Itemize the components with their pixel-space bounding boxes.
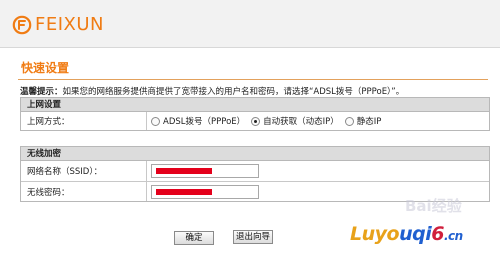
internet-mode-options: ADSL拨号（PPPoE） 自动获取（动态IP） 静态IP xyxy=(147,112,489,130)
radio-static-ip-label: 静态IP xyxy=(356,117,382,127)
internet-settings-header: 上网设置 xyxy=(21,98,489,112)
radio-static-ip[interactable]: 静态IP xyxy=(344,115,382,127)
password-redaction xyxy=(156,188,212,195)
title-divider xyxy=(18,79,488,80)
internet-mode-label: 上网方式： xyxy=(21,112,147,130)
watermark-part-1: Luyo xyxy=(350,223,400,245)
ssid-label: 网络名称（SSID）： xyxy=(21,161,147,181)
watermark-part-4: .cn xyxy=(443,229,463,243)
exit-wizard-button[interactable]: 退出向导 xyxy=(233,230,273,244)
tip-label: 温馨提示： xyxy=(20,87,63,97)
watermark-part-2: uqi xyxy=(399,223,432,245)
tip-text: 温馨提示：如果您的网络服务提供商提供了宽带接入的用户名和密码，请选择“ADSL拨… xyxy=(20,85,490,97)
internet-settings-panel: 上网设置 上网方式： ADSL拨号（PPPoE） 自动获取（动态IP） 静态IP xyxy=(20,97,490,131)
confirm-button[interactable]: 确定 xyxy=(174,231,214,245)
radio-static-ip-indicator[interactable] xyxy=(344,116,354,126)
ssid-redaction xyxy=(156,168,212,174)
internet-mode-row: 上网方式： ADSL拨号（PPPoE） 自动获取（动态IP） 静态IP xyxy=(21,112,489,130)
password-input[interactable] xyxy=(151,184,259,199)
header-bar: FEIXUN xyxy=(0,0,500,48)
page-title: 快速设置 xyxy=(21,61,70,75)
ssid-input[interactable] xyxy=(151,164,259,178)
radio-dhcp-indicator[interactable] xyxy=(251,116,261,126)
wireless-settings-header: 无线加密 xyxy=(21,147,489,161)
brand-logo-text: FEIXUN xyxy=(35,14,105,35)
ssid-row: 网络名称（SSID）： xyxy=(21,161,489,182)
radio-pppoe-label: ADSL拨号（PPPoE） xyxy=(163,117,246,127)
site-watermark: Luyouqi6.cn xyxy=(350,223,463,245)
tip-body: 如果您的网络服务提供商提供了宽带接入的用户名和密码，请选择“ADSL拨号（PPP… xyxy=(62,87,405,97)
feixun-logo-icon xyxy=(12,15,32,35)
wireless-settings-panel: 无线加密 网络名称（SSID）： 无线密码： xyxy=(20,146,490,202)
radio-dhcp[interactable]: 自动获取（动态IP） xyxy=(251,115,339,127)
watermark-part-3: 6 xyxy=(431,223,444,245)
ssid-cell xyxy=(147,161,489,181)
brand-logo: FEIXUN xyxy=(12,13,104,37)
password-label: 无线密码： xyxy=(21,182,147,201)
radio-dhcp-label: 自动获取（动态IP） xyxy=(263,117,339,127)
radio-pppoe[interactable]: ADSL拨号（PPPoE） xyxy=(151,115,245,127)
baidu-watermark: Bai经验 xyxy=(405,197,462,215)
radio-pppoe-indicator[interactable] xyxy=(151,116,160,126)
